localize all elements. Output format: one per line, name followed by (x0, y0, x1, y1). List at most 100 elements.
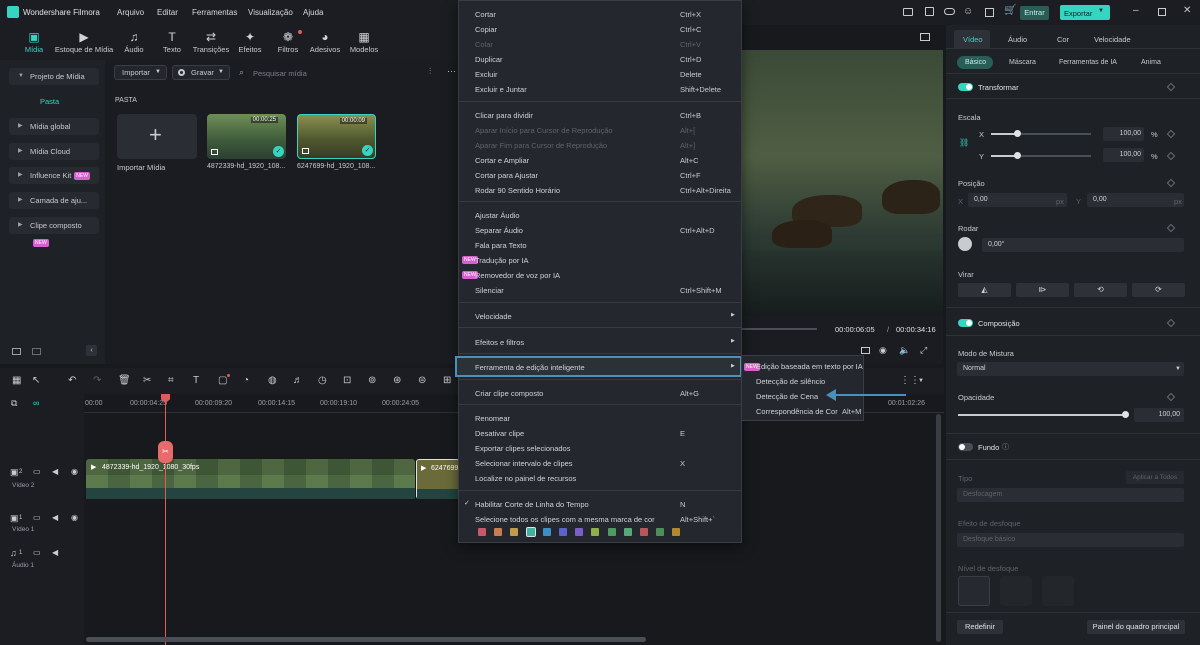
login-button[interactable]: Entrar (1020, 6, 1049, 20)
scale-x-field[interactable]: 100,00 (1103, 127, 1144, 141)
keyframe-icon[interactable] (1166, 82, 1176, 92)
menu-item-silenciar[interactable]: Silenciar (475, 286, 504, 295)
opacity-handle[interactable] (1122, 411, 1129, 418)
menu-ajuda[interactable]: Ajuda (303, 8, 323, 17)
position-y-field[interactable]: 0,00 (1087, 193, 1184, 207)
mask-icon[interactable]: ⊚ (368, 375, 376, 386)
color-swatch[interactable] (591, 528, 600, 536)
tab-cor[interactable]: Cor (1057, 35, 1069, 44)
menu-editar[interactable]: Editar (157, 8, 178, 17)
menu-item-localize-painel[interactable]: Localize no painel de recursos (475, 474, 576, 483)
sidebar-item-pasta[interactable]: Pasta (40, 97, 59, 106)
scale-y-field[interactable]: 100,00 (1103, 148, 1144, 162)
record-dropdown[interactable]: Gravar ▼ (172, 65, 230, 80)
menu-item-velocidade[interactable]: Velocidade (475, 312, 512, 321)
text-tool-icon[interactable]: T (193, 375, 199, 386)
menu-item-separar-audio[interactable]: Separar Áudio (475, 226, 523, 235)
monitor-icon[interactable] (903, 8, 913, 16)
speed-icon[interactable]: ◔ (243, 375, 249, 386)
collapse-panel-icon[interactable]: ‹ (86, 345, 97, 356)
zoom-icon[interactable]: ⊞ (443, 375, 451, 386)
menu-item-copiar[interactable]: Copiar (475, 25, 497, 34)
tool-estoque[interactable]: ▶ Estoque de Mídia (54, 30, 114, 54)
blend-mode-select[interactable]: Normal (957, 362, 1184, 376)
tab-audio[interactable]: Áudio (1008, 35, 1027, 44)
color-swatch[interactable] (525, 527, 536, 537)
display-icon[interactable] (861, 347, 870, 354)
menu-item-renomear[interactable]: Renomear (475, 414, 510, 423)
link-icon[interactable]: ∞ (33, 398, 39, 408)
timeline-clip-1[interactable]: ▶ 4872339-hd_1920_1080_30fps (86, 459, 415, 499)
folder-icon[interactable]: ▭ (33, 548, 41, 557)
select-tool-icon[interactable]: ↖ (32, 375, 40, 386)
menu-item-aparar-fim[interactable]: Aparar Fim para Cursor de Reprodução (475, 141, 607, 150)
maximize-icon[interactable] (1158, 8, 1166, 16)
more-icon[interactable]: ⋯ (447, 66, 456, 77)
keyframe-icon[interactable] (1166, 178, 1176, 188)
menu-item-cortar-e-ampliar[interactable]: Cortar e Ampliar (475, 156, 529, 165)
split-icon[interactable]: ✂ (143, 375, 151, 386)
menu-item-excluir-e-juntar[interactable]: Excluir e Juntar (475, 85, 527, 94)
color-swatch[interactable] (494, 528, 503, 536)
menu-item-removedor-voz-ia[interactable]: Removedor de voz por IA (475, 271, 560, 280)
ai-icon[interactable]: ⊜ (418, 375, 426, 386)
tab-velocidade[interactable]: Velocidade (1094, 35, 1131, 44)
menu-item-excluir[interactable]: Excluir (475, 70, 498, 79)
submenu-item-edicao-texto-ia[interactable]: Edição baseada em texto por IA (756, 362, 863, 371)
rotate-dial-icon[interactable] (958, 237, 972, 251)
minimize-icon[interactable]: – (1133, 5, 1139, 16)
blur-level-option[interactable] (1000, 576, 1032, 606)
subtab-mascara[interactable]: Máscara (1009, 59, 1036, 66)
menu-ferramentas[interactable]: Ferramentas (192, 8, 237, 17)
apply-to-all-button[interactable]: Aplicar a Todos (1126, 471, 1184, 484)
scale-y-handle[interactable] (1014, 152, 1021, 159)
transform-toggle[interactable] (958, 83, 973, 91)
menu-item-rodar-90[interactable]: Rodar 90 Sentido Horário (475, 186, 560, 195)
subtab-animacao[interactable]: Anima (1141, 59, 1161, 66)
volume-icon[interactable]: ◀ (52, 513, 58, 522)
scale-x-handle[interactable] (1014, 130, 1021, 137)
sidebar-item-clipe-composto[interactable]: ▶ Clipe compostoNEW (9, 217, 99, 248)
flip-horizontal-button[interactable]: ◭ (958, 283, 1011, 297)
blur-effect-select[interactable]: Desfoque básico (957, 533, 1184, 547)
color-swatch[interactable] (542, 528, 551, 536)
reset-button[interactable]: Redefinir (957, 620, 1003, 634)
cloud-icon[interactable] (944, 8, 955, 15)
crop-icon[interactable]: ⌗ (168, 375, 174, 386)
menu-item-cortar-para-ajustar[interactable]: Cortar para Ajustar (475, 171, 538, 180)
opacity-slider[interactable] (958, 414, 1126, 416)
folder-icon[interactable]: ▭ (33, 513, 41, 522)
grid-view-icon[interactable]: ⋮⋮ (900, 375, 920, 386)
new-folder-icon[interactable] (12, 348, 21, 355)
search-input[interactable]: Pesquisar mídia (253, 69, 307, 78)
submenu-item-correspondencia-cor[interactable]: Correspondência de Cor (756, 407, 838, 416)
chevron-down-icon[interactable]: ▼ (918, 378, 924, 384)
keyframe-panel-button[interactable]: Painel do quadro principal (1087, 620, 1185, 634)
rectangle-icon[interactable]: ▢ (218, 375, 227, 386)
submenu-item-deteccao-silencio[interactable]: Detecção de silêncio (756, 377, 825, 386)
support-icon[interactable]: ☺ (963, 6, 973, 17)
timer-icon[interactable]: ◷ (318, 375, 327, 386)
menu-item-ajustar-audio[interactable]: Ajustar Áudio (475, 211, 520, 220)
opacity-field[interactable]: 100,00 (1134, 408, 1184, 422)
menu-item-aparar-inicio[interactable]: Aparar Início para Cursor de Reprodução (475, 126, 613, 135)
menu-item-duplicar[interactable]: Duplicar (475, 55, 503, 64)
rotate-field[interactable]: 0,00° (982, 238, 1184, 252)
import-media-tile[interactable]: + (117, 114, 197, 159)
redo-icon[interactable]: ↷ (93, 375, 101, 386)
color-icon[interactable]: ◍ (268, 375, 277, 386)
menu-arquivo[interactable]: Arquivo (117, 8, 144, 17)
progress-track[interactable] (742, 328, 817, 330)
fullscreen-preview-icon[interactable] (920, 33, 930, 41)
tool-modelos[interactable]: ▦ Modelos (341, 30, 387, 54)
grid-icon[interactable] (985, 8, 994, 17)
menu-item-habilitar-corte[interactable]: Habilitar Corte de Linha do Tempo (475, 500, 589, 509)
color-swatch[interactable] (559, 528, 567, 536)
volume-icon[interactable]: ◀ (52, 548, 58, 557)
color-swatch[interactable] (478, 528, 486, 536)
blur-level-option[interactable] (1042, 576, 1074, 606)
type-select[interactable]: Desfocagem (957, 488, 1184, 502)
media-clip-2[interactable]: 00:00:09 ✓ (297, 114, 376, 159)
composition-toggle[interactable] (958, 319, 973, 327)
motion-icon[interactable]: ⊛ (393, 375, 401, 386)
